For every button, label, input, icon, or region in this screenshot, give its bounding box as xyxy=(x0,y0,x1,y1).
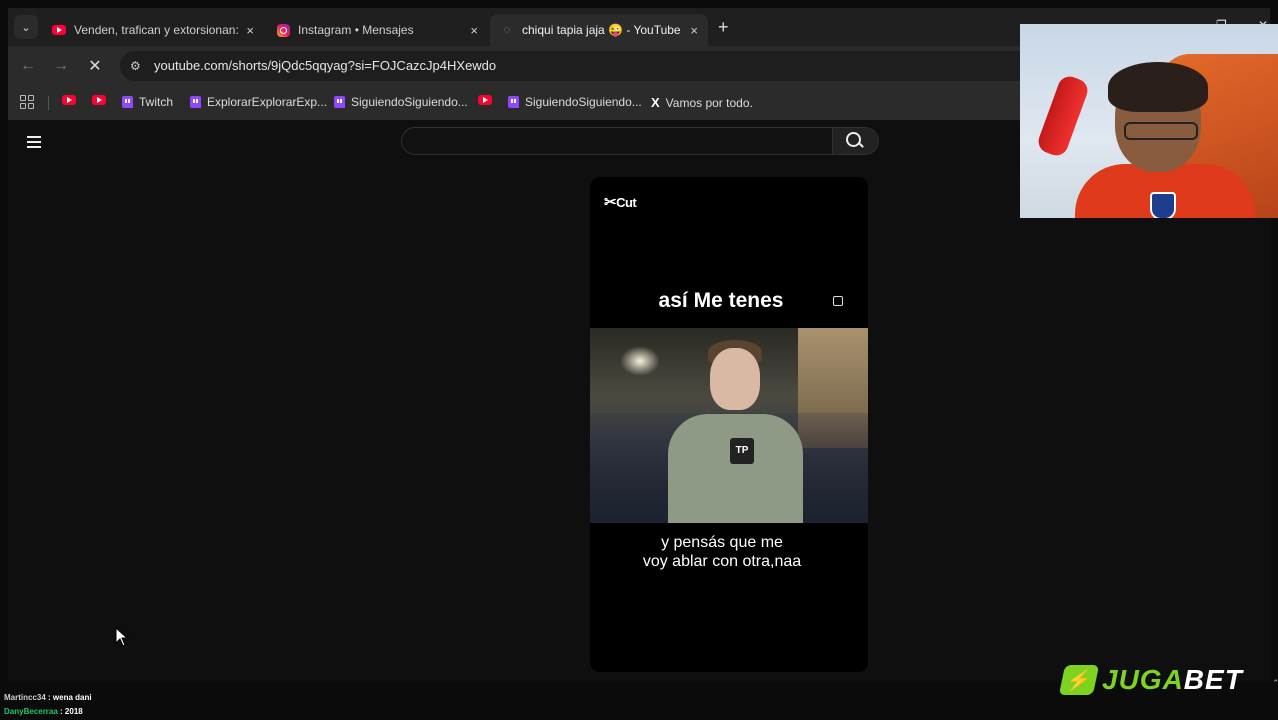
forward-button[interactable]: → xyxy=(50,55,72,77)
short-video-player[interactable]: ✂Cut así Me tenes TP y pensás que me voy… xyxy=(590,177,868,672)
bookmark-label: SiguiendoSiguiendo... xyxy=(525,95,642,109)
tab-search-button[interactable]: ⌄ xyxy=(14,15,38,39)
sponsor-logo: ⚡ JUGABET xyxy=(1058,664,1243,696)
stop-button[interactable]: ✕ xyxy=(84,55,106,77)
bookmark-label: ExplorarExplorarExp... xyxy=(207,95,328,109)
bookmark-youtube-2[interactable] xyxy=(92,95,112,105)
new-tab-button[interactable]: + xyxy=(718,17,729,38)
webcam-overlay xyxy=(1020,24,1278,218)
bookmark-twitch[interactable]: Twitch xyxy=(122,95,173,109)
team-badge-icon xyxy=(1150,192,1176,218)
arrow-right-icon: → xyxy=(53,57,69,74)
microphone-icon xyxy=(1035,73,1091,159)
twitch-icon xyxy=(122,96,133,108)
bookmark-twitch-explorar[interactable]: ExplorarExplorarExp... xyxy=(190,95,327,109)
close-icon[interactable]: × xyxy=(690,23,698,38)
capcut-watermark: ✂Cut xyxy=(604,194,637,211)
video-frame: TP xyxy=(590,328,868,523)
site-settings-icon[interactable]: ⚙ xyxy=(130,59,141,73)
apps-grid-icon[interactable] xyxy=(20,95,34,109)
search-input[interactable] xyxy=(401,127,833,155)
chevron-up-icon: ⌃ xyxy=(1272,678,1278,688)
twitch-icon xyxy=(190,96,201,108)
bookmark-youtube-3[interactable] xyxy=(478,95,498,105)
bookmark-label: Twitch xyxy=(139,95,174,109)
youtube-icon xyxy=(52,23,66,37)
close-icon[interactable]: × xyxy=(470,23,478,38)
chat-text: wena dani xyxy=(52,693,92,702)
lightning-icon: ⚡ xyxy=(1058,665,1100,695)
bookmark-x[interactable]: X Vamos por todo. xyxy=(651,95,753,110)
youtube-icon xyxy=(478,95,492,105)
bookmark-twitch-siguiendo-2[interactable]: SiguiendoSiguiendo... xyxy=(508,95,642,109)
search-icon xyxy=(846,131,861,147)
stream-chat: Martincc34 : wena dani DanyBecerraa : 20… xyxy=(4,690,92,720)
tab-title: Venden, trafican y extorsionan: xyxy=(74,23,239,37)
close-icon: ✕ xyxy=(88,58,102,75)
chevron-down-icon: ⌄ xyxy=(21,21,31,34)
chat-text: 2018 xyxy=(64,707,83,716)
tab-title: Instagram • Mensajes xyxy=(298,23,414,37)
twitch-icon xyxy=(508,96,519,108)
video-caption-bottom: y pensás que me voy ablar con otra,naa xyxy=(642,534,802,570)
menu-icon[interactable] xyxy=(27,136,41,148)
bookmark-label: SiguiendoSiguiendo... xyxy=(351,95,468,109)
divider xyxy=(48,96,49,110)
x-icon: X xyxy=(651,95,660,110)
chat-username: Martincc34 xyxy=(4,693,46,702)
search-button[interactable] xyxy=(833,127,879,155)
tab-instagram[interactable]: Instagram • Mensajes × xyxy=(266,14,488,46)
bookmark-youtube-1[interactable] xyxy=(62,95,82,105)
close-icon[interactable]: × xyxy=(246,23,254,38)
tab-youtube-venden[interactable]: Venden, trafican y extorsionan: × xyxy=(42,14,264,46)
twitch-icon xyxy=(334,96,345,108)
bookmark-twitch-siguiendo-1[interactable]: SiguiendoSiguiendo... xyxy=(334,95,468,109)
arrow-left-icon: ← xyxy=(20,57,36,74)
url-text: youtube.com/shorts/9jQdc5qqyag?si=FOJCaz… xyxy=(154,58,497,73)
youtube-icon xyxy=(92,95,106,105)
checkbox-icon xyxy=(833,296,843,306)
back-button[interactable]: ← xyxy=(17,55,39,77)
youtube-icon xyxy=(62,95,76,105)
video-caption-top: así Me tenes xyxy=(658,289,784,312)
tab-youtube-active[interactable]: ◌ chiqui tapia jaja 😜 - YouTube × xyxy=(490,14,708,46)
chat-username: DanyBecerraa xyxy=(4,707,58,716)
instagram-icon xyxy=(276,23,290,37)
chat-message: DanyBecerraa : 2018 xyxy=(4,707,83,716)
microphone-logo: TP xyxy=(730,438,754,464)
loading-icon: ◌ xyxy=(503,24,511,36)
bookmark-label: Vamos por todo. xyxy=(665,95,753,110)
tab-title: chiqui tapia jaja 😜 - YouTube xyxy=(522,23,681,37)
address-bar[interactable]: ⚙ youtube.com/shorts/9jQdc5qqyag?si=FOJC… xyxy=(120,51,1120,81)
